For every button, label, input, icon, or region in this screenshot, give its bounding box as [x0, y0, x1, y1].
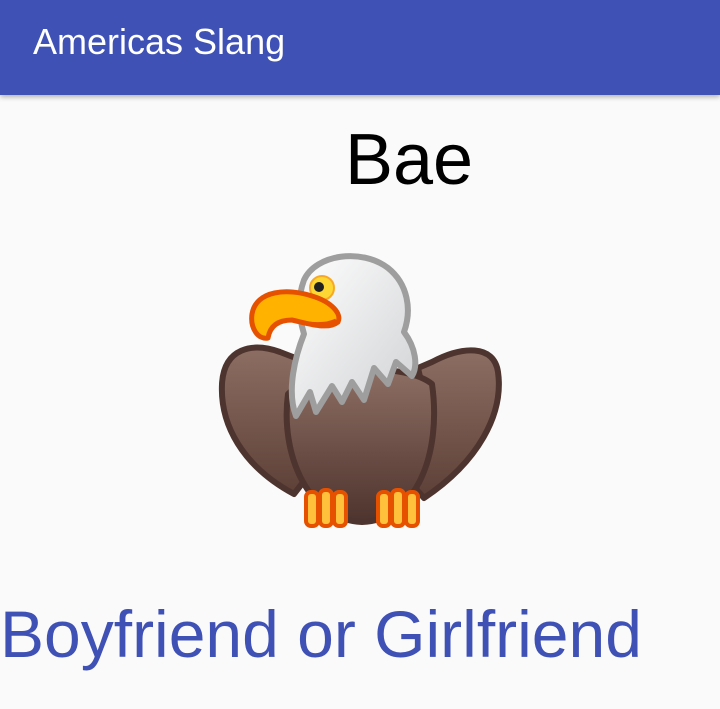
eagle-icon	[218, 253, 502, 528]
slang-word: Bae	[344, 120, 474, 200]
app-title: Americas Slang	[33, 21, 286, 62]
slang-meaning: Boyfriend or Girlfriend	[0, 597, 642, 671]
app-bar: Americas Slang	[0, 0, 720, 95]
